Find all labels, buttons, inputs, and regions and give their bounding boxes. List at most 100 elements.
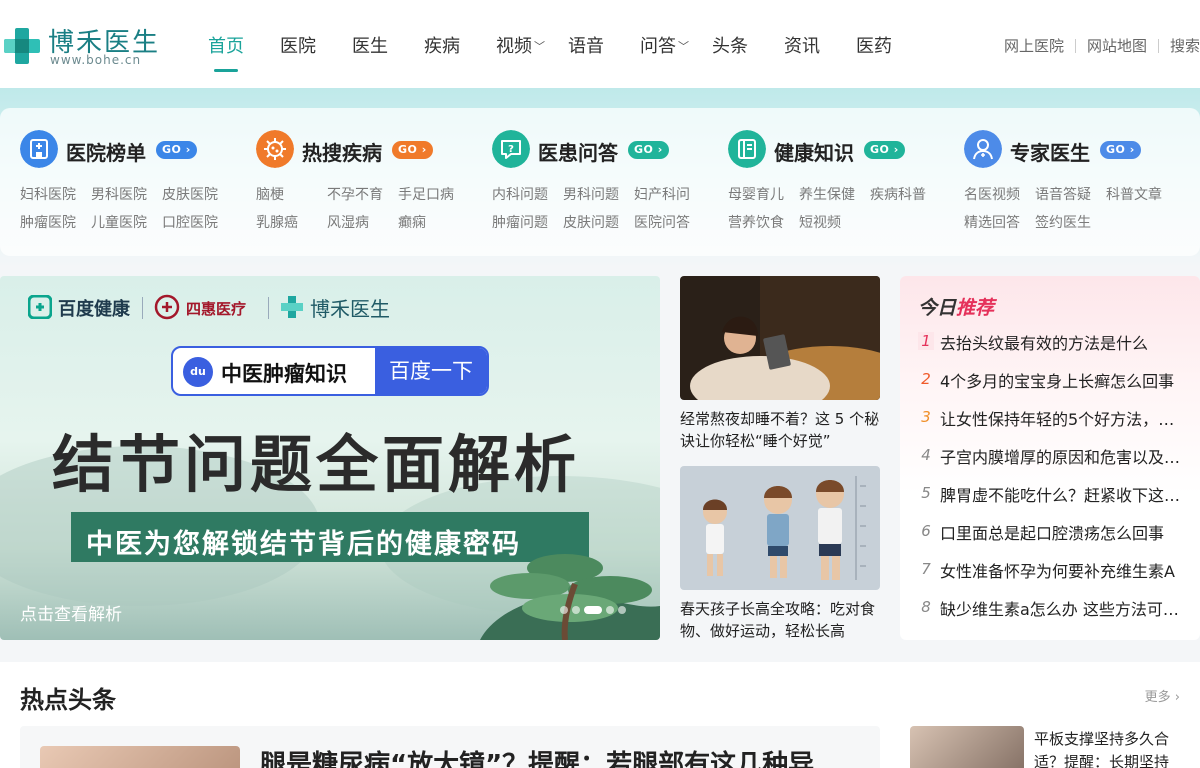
category-link[interactable]: 短视频 bbox=[799, 212, 841, 232]
category-link[interactable]: 皮肤问题 bbox=[563, 212, 619, 232]
rank-number: 8 bbox=[921, 598, 931, 616]
category-link[interactable]: 肿瘤问题 bbox=[492, 212, 548, 232]
banner-search-box[interactable]: du 中医肿瘤知识 百度一下 bbox=[171, 346, 489, 396]
headline-card[interactable]: 腿是糖尿病“放大镜”？提醒：若腿部有这几种异 bbox=[20, 726, 880, 768]
category-link[interactable]: 皮肤医院 bbox=[162, 184, 218, 204]
nav-label: 首页 bbox=[208, 36, 244, 57]
recommend-item[interactable]: 2 4个多月的宝宝身上长癣怎么回事 bbox=[918, 368, 1188, 391]
nav-video[interactable]: 视频 ﹀ bbox=[496, 32, 545, 58]
category-link[interactable]: 口腔医院 bbox=[162, 212, 218, 232]
category-link[interactable]: 养生保健 bbox=[799, 184, 855, 204]
category-link[interactable]: 癫痫 bbox=[398, 212, 426, 232]
category-title[interactable]: 医院榜单 bbox=[66, 137, 146, 166]
category-link[interactable]: 乳腺癌 bbox=[256, 212, 298, 232]
category-link[interactable]: 肿瘤医院 bbox=[20, 212, 76, 232]
go-badge[interactable]: GO › bbox=[392, 141, 433, 159]
category-link[interactable]: 营养饮食 bbox=[728, 212, 784, 232]
category-link[interactable]: 不孕不育 bbox=[327, 184, 383, 204]
category-link[interactable]: 精选回答 bbox=[964, 212, 1020, 232]
go-badge[interactable]: GO › bbox=[1100, 141, 1141, 159]
go-badge[interactable]: GO › bbox=[628, 141, 669, 159]
category-link[interactable]: 男科医院 bbox=[91, 184, 147, 204]
pine-tree-illustration bbox=[480, 554, 660, 640]
nav-medicine[interactable]: 医药 bbox=[856, 32, 892, 58]
category-link[interactable]: 手足口病 bbox=[398, 184, 454, 204]
category-link[interactable]: 语音答疑 bbox=[1035, 184, 1091, 204]
category-link[interactable]: 妇科医院 bbox=[20, 184, 76, 204]
nav-home[interactable]: 首页 bbox=[208, 32, 244, 72]
site-header: 博禾医生 www.bohe.cn 首页 医院 医生 疾病 视频 ﹀ 语音 问答 ﹀ … bbox=[0, 0, 1200, 88]
virus-icon[interactable] bbox=[256, 130, 294, 168]
carousel-dot[interactable] bbox=[560, 606, 568, 614]
story-card[interactable]: 经常熬夜却睡不着？这 5 个秘诀让你轻松“睡个好觉” bbox=[680, 276, 880, 456]
category-link[interactable]: 脑梗 bbox=[256, 184, 284, 204]
link-search[interactable]: 搜索 bbox=[1170, 37, 1200, 55]
category-link[interactable]: 医院问答 bbox=[634, 212, 690, 232]
carousel-dot[interactable] bbox=[572, 606, 580, 614]
link-site-map[interactable]: 网站地图 bbox=[1087, 37, 1147, 55]
doctor-icon[interactable] bbox=[964, 130, 1002, 168]
recommend-item[interactable]: 8 缺少维生素a怎么办 这些方法可以帮你 bbox=[918, 596, 1190, 619]
story-caption[interactable]: 经常熬夜却睡不着？这 5 个秘诀让你轻松“睡个好觉” bbox=[680, 408, 880, 452]
link-online-hospital[interactable]: 网上医院 bbox=[1004, 37, 1064, 55]
recommend-item[interactable]: 5 脾胃虚不能吃什么？赶紧收下这份清单 bbox=[918, 482, 1190, 505]
nav-disease[interactable]: 疾病 bbox=[424, 32, 460, 58]
nav-news[interactable]: 资讯 bbox=[784, 32, 820, 58]
recommend-item[interactable]: 1 去抬头纹最有效的方法是什么 bbox=[918, 330, 1188, 353]
category-title[interactable]: 专家医生 bbox=[1010, 137, 1090, 166]
chevron-down-icon: ﹀ bbox=[534, 40, 545, 53]
logo-url: www.bohe.cn bbox=[50, 53, 142, 67]
sleepless-woman-image bbox=[680, 276, 880, 400]
banner-subtitle: 中医为您解锁结节背后的健康密码 bbox=[86, 529, 521, 560]
nav-voice[interactable]: 语音 bbox=[568, 32, 604, 58]
story-card[interactable]: 春天孩子长高全攻略：吃对食物、做好运动，轻松长高 bbox=[680, 466, 880, 646]
category-link[interactable]: 科普文章 bbox=[1106, 184, 1162, 204]
recommend-title: 今日推荐 bbox=[918, 293, 994, 320]
nav-qa[interactable]: 问答 ﹀ bbox=[640, 32, 689, 58]
carousel-dot-active[interactable] bbox=[584, 606, 602, 614]
category-title[interactable]: 医患问答 bbox=[538, 137, 618, 166]
nav-label: 视频 bbox=[496, 36, 532, 57]
category-link[interactable]: 名医视频 bbox=[964, 184, 1020, 204]
nav-hospital[interactable]: 医院 bbox=[280, 32, 316, 58]
banner-cta-link[interactable]: 点击查看解析 bbox=[20, 600, 122, 625]
carousel-dot[interactable] bbox=[618, 606, 626, 614]
partner-baidu-health: 百度健康 bbox=[58, 299, 130, 320]
category-link[interactable]: 母婴育儿 bbox=[728, 184, 784, 204]
category-link[interactable]: 风湿病 bbox=[327, 212, 369, 232]
go-badge[interactable]: GO › bbox=[156, 141, 197, 159]
category-link[interactable]: 内科问题 bbox=[492, 184, 548, 204]
book-icon[interactable] bbox=[728, 130, 766, 168]
hot-headlines-section: 热点头条 更多 › 腿是糖尿病“放大镜”？提醒：若腿部有这几种异 平板支撑坚持多… bbox=[0, 662, 1200, 768]
carousel-dot[interactable] bbox=[606, 606, 614, 614]
go-badge[interactable]: GO › bbox=[864, 141, 905, 159]
site-logo[interactable]: 博禾医生 www.bohe.cn bbox=[0, 20, 160, 68]
recommend-item[interactable]: 6 口里面总是起口腔溃疡怎么回事 bbox=[918, 520, 1188, 543]
category-link[interactable]: 男科问题 bbox=[563, 184, 619, 204]
story-caption[interactable]: 春天孩子长高全攻略：吃对食物、做好运动，轻松长高 bbox=[680, 598, 880, 642]
recommend-item[interactable]: 7 女性准备怀孕为何要补充维生素A bbox=[918, 558, 1188, 581]
recommend-title-b: 推荐 bbox=[956, 297, 995, 319]
nav-label: 医院 bbox=[280, 36, 316, 57]
nav-doctor[interactable]: 医生 bbox=[352, 32, 388, 58]
banner-search-button[interactable]: 百度一下 bbox=[375, 348, 487, 394]
hero-banner[interactable]: 百度健康 四惠医疗 博禾医生 du 中医肿瘤知识 百度一下 结节问题全面解析 中… bbox=[0, 276, 660, 640]
divider bbox=[142, 297, 143, 319]
nav-headlines[interactable]: 头条 bbox=[712, 32, 748, 58]
side-news-thumbnail[interactable] bbox=[910, 726, 1024, 768]
side-news-title[interactable]: 平板支撑坚持多久合适？提醒：长期坚持 bbox=[1034, 728, 1184, 768]
recommend-item[interactable]: 4 子宫内膜增厚的原因和危害以及治疗 bbox=[918, 444, 1190, 467]
category-link[interactable]: 妇产科问 bbox=[634, 184, 690, 204]
category-link[interactable]: 儿童医院 bbox=[91, 212, 147, 232]
more-link[interactable]: 更多 › bbox=[1145, 686, 1180, 705]
category-link[interactable]: 签约医生 bbox=[1035, 212, 1091, 232]
category-link[interactable]: 疾病科普 bbox=[870, 184, 926, 204]
category-title[interactable]: 健康知识 bbox=[774, 137, 854, 166]
recommend-item[interactable]: 3 让女性保持年轻的5个好方法，快来看看 bbox=[918, 406, 1190, 429]
divider bbox=[1074, 39, 1076, 53]
hospital-icon[interactable] bbox=[20, 130, 58, 168]
nav-active-indicator bbox=[214, 69, 238, 72]
rank-number: 7 bbox=[921, 560, 931, 578]
category-title[interactable]: 热搜疾病 bbox=[302, 137, 382, 166]
chat-question-icon[interactable]: ? bbox=[492, 130, 530, 168]
